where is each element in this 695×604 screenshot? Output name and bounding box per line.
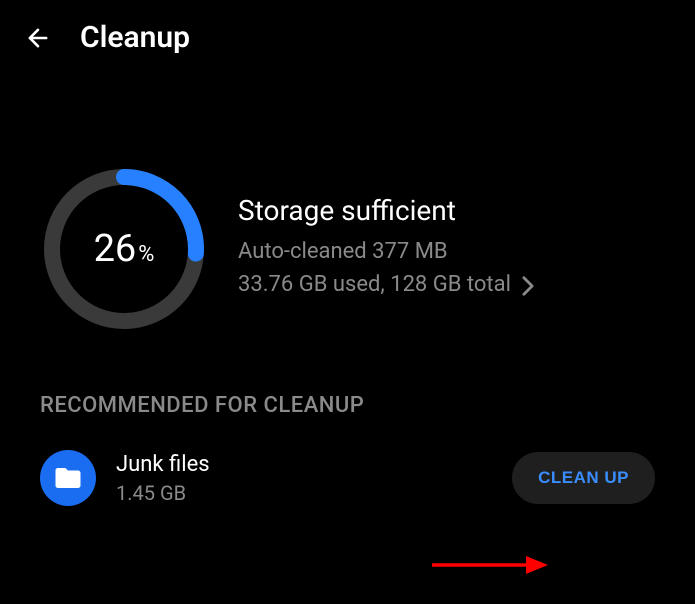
item-size: 1.45 GB	[116, 481, 492, 505]
recommended-header: RECOMMENDED FOR CLEANUP	[0, 393, 695, 442]
list-item-junk-files: Junk files 1.45 GB CLEAN UP	[0, 442, 695, 514]
item-text: Junk files 1.45 GB	[116, 452, 492, 505]
item-title: Junk files	[116, 452, 492, 477]
header: Cleanup	[0, 0, 695, 75]
storage-usage: 33.76 GB used, 128 GB total	[238, 272, 511, 297]
percent-sign: %	[138, 242, 154, 267]
storage-percent: 26 %	[94, 227, 155, 271]
storage-info: Storage sufficient Auto-cleaned 377 MB 3…	[238, 194, 655, 305]
folder-icon	[40, 450, 96, 506]
storage-autoclean: Auto-cleaned 377 MB	[238, 239, 655, 264]
back-icon[interactable]	[24, 24, 52, 52]
percent-value: 26	[94, 227, 137, 271]
storage-summary[interactable]: 26 % Storage sufficient Auto-cleaned 377…	[0, 75, 695, 393]
cleanup-button[interactable]: CLEAN UP	[512, 452, 655, 504]
chevron-right-icon	[521, 275, 535, 301]
storage-ring: 26 %	[40, 165, 208, 333]
annotation-arrow	[430, 545, 550, 585]
page-title: Cleanup	[80, 20, 190, 55]
storage-status: Storage sufficient	[238, 194, 655, 227]
